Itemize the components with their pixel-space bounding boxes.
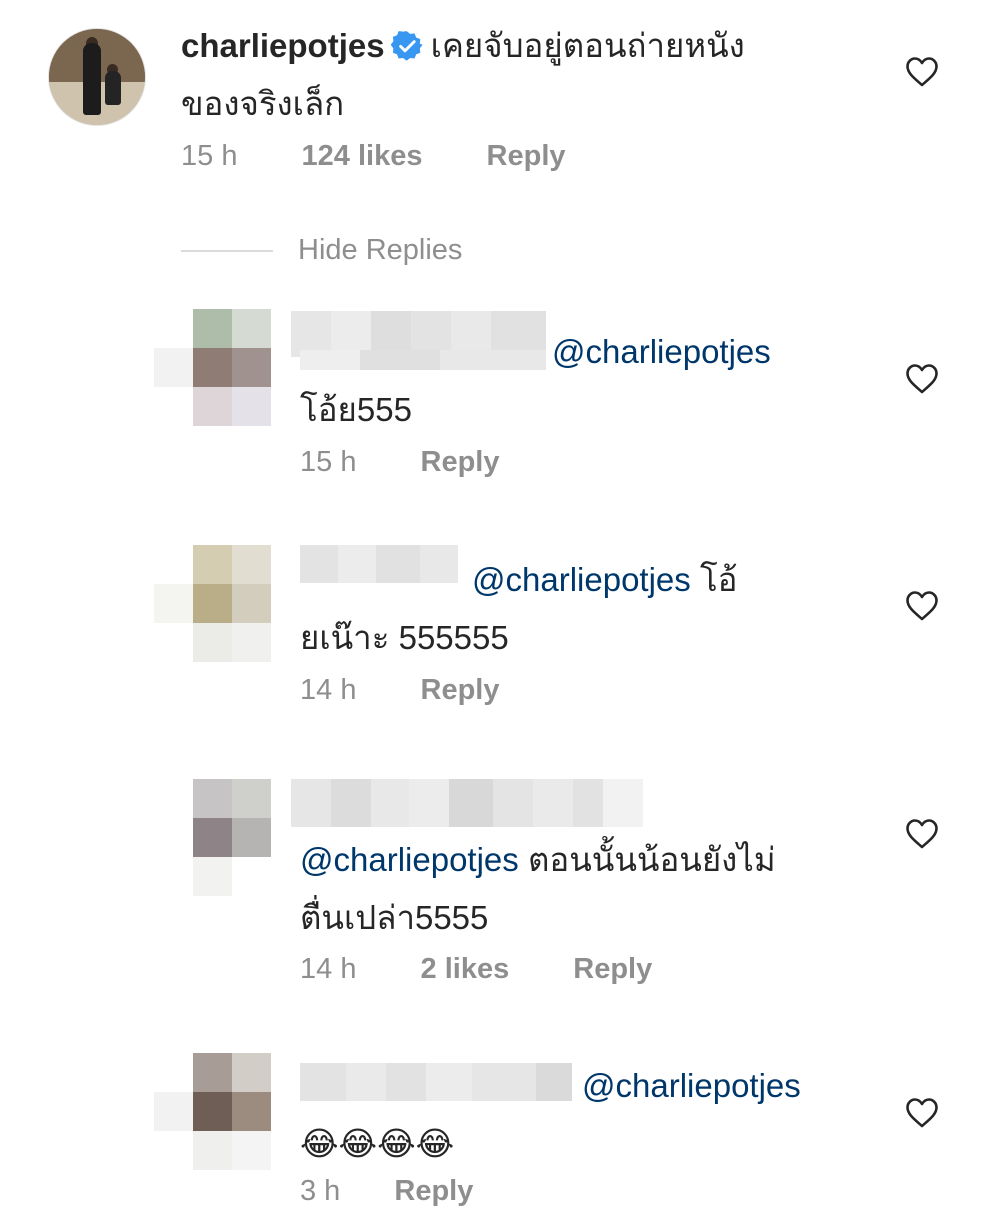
heart-outline-icon[interactable]	[905, 56, 939, 88]
comment-time: 3 h	[300, 1175, 341, 1207]
avatar-photo-figure	[105, 71, 121, 105]
reply-button[interactable]: Reply	[573, 953, 652, 985]
heart-outline-icon[interactable]	[905, 363, 939, 395]
reply-comment-body: @charliepotjes โอ้ ยเน๊าะ 555555	[300, 551, 860, 667]
reply-meta: 14 h Reply	[300, 674, 556, 707]
reply-line-1: @charliepotjes	[300, 323, 860, 381]
reply-avatar-blurred[interactable]	[154, 309, 271, 426]
reply-line-2: ยเน๊าะ 555555	[300, 619, 509, 656]
main-comment-body: charliepotjes เคยจับอยู่ตอนถ่ายหนัง ของจ…	[181, 17, 871, 133]
heart-outline-icon[interactable]	[905, 818, 939, 850]
heart-outline-icon[interactable]	[905, 1097, 939, 1129]
reply-comment-body: @charliepotjes โอ้ย555	[300, 323, 860, 439]
reply-button[interactable]: Reply	[394, 1175, 473, 1207]
reply-button[interactable]: Reply	[487, 140, 566, 172]
reply-avatar-blurred[interactable]	[154, 779, 271, 896]
reply-avatar-blurred[interactable]	[154, 545, 271, 662]
reply-line-2: ตื่นเปล่า5555	[300, 899, 489, 936]
comment-time: 14 h	[300, 953, 357, 985]
reply-line-1: @charliepotjes โอ้	[300, 551, 860, 609]
comment-time: 15 h	[300, 446, 357, 478]
reply-comment-body: @charliepotjes 😂😂😂😂	[300, 1057, 860, 1173]
avatar-photo-figure	[83, 43, 101, 115]
comment-username[interactable]: charliepotjes	[181, 27, 385, 64]
reply-meta: 14 h 2 likes Reply	[300, 953, 708, 986]
comment-likes-link[interactable]: 2 likes	[421, 953, 510, 985]
main-comment-line-2: ของจริงเล็ก	[181, 85, 345, 122]
verified-badge-icon	[390, 31, 423, 61]
reply-button[interactable]: Reply	[421, 446, 500, 478]
heart-outline-icon[interactable]	[905, 590, 939, 622]
main-comment-meta: 15 h 124 likes Reply	[181, 140, 622, 173]
hide-replies-button[interactable]: Hide Replies	[298, 234, 462, 267]
main-comment-text: เคยจับอยู่ตอนถ่ายหนัง	[430, 27, 745, 64]
mention-link[interactable]: @charliepotjes	[472, 561, 691, 598]
reply-meta: 3 h Reply	[300, 1175, 529, 1208]
hide-replies-divider	[181, 250, 273, 252]
main-comment-line-1: charliepotjes เคยจับอยู่ตอนถ่ายหนัง	[181, 17, 871, 75]
reply-meta: 15 h Reply	[300, 446, 556, 479]
blurred-username[interactable]	[291, 779, 643, 827]
comment-likes-link[interactable]: 124 likes	[302, 140, 423, 172]
comment-time: 15 h	[181, 140, 238, 172]
reply-line-1: @charliepotjes ตอนนั้นน้อนยังไม่	[300, 831, 880, 889]
commenter-avatar[interactable]	[48, 28, 146, 126]
reply-comment-body: @charliepotjes ตอนนั้นน้อนยังไม่ ตื่นเปล…	[300, 831, 880, 947]
reply-button[interactable]: Reply	[421, 674, 500, 706]
reply-text: ตอนนั้นน้อนยังไม่	[527, 841, 776, 878]
comment-time: 14 h	[300, 674, 357, 706]
reply-text: โอ้	[699, 561, 738, 598]
mention-link[interactable]: @charliepotjes	[552, 333, 771, 370]
reply-line-2: โอ้ย555	[300, 391, 412, 428]
reply-line-2: 😂😂😂😂	[300, 1125, 455, 1162]
reply-line-1: @charliepotjes	[300, 1057, 860, 1115]
reply-avatar-blurred[interactable]	[154, 1053, 271, 1170]
mention-link[interactable]: @charliepotjes	[582, 1067, 801, 1104]
mention-link[interactable]: @charliepotjes	[300, 841, 519, 878]
